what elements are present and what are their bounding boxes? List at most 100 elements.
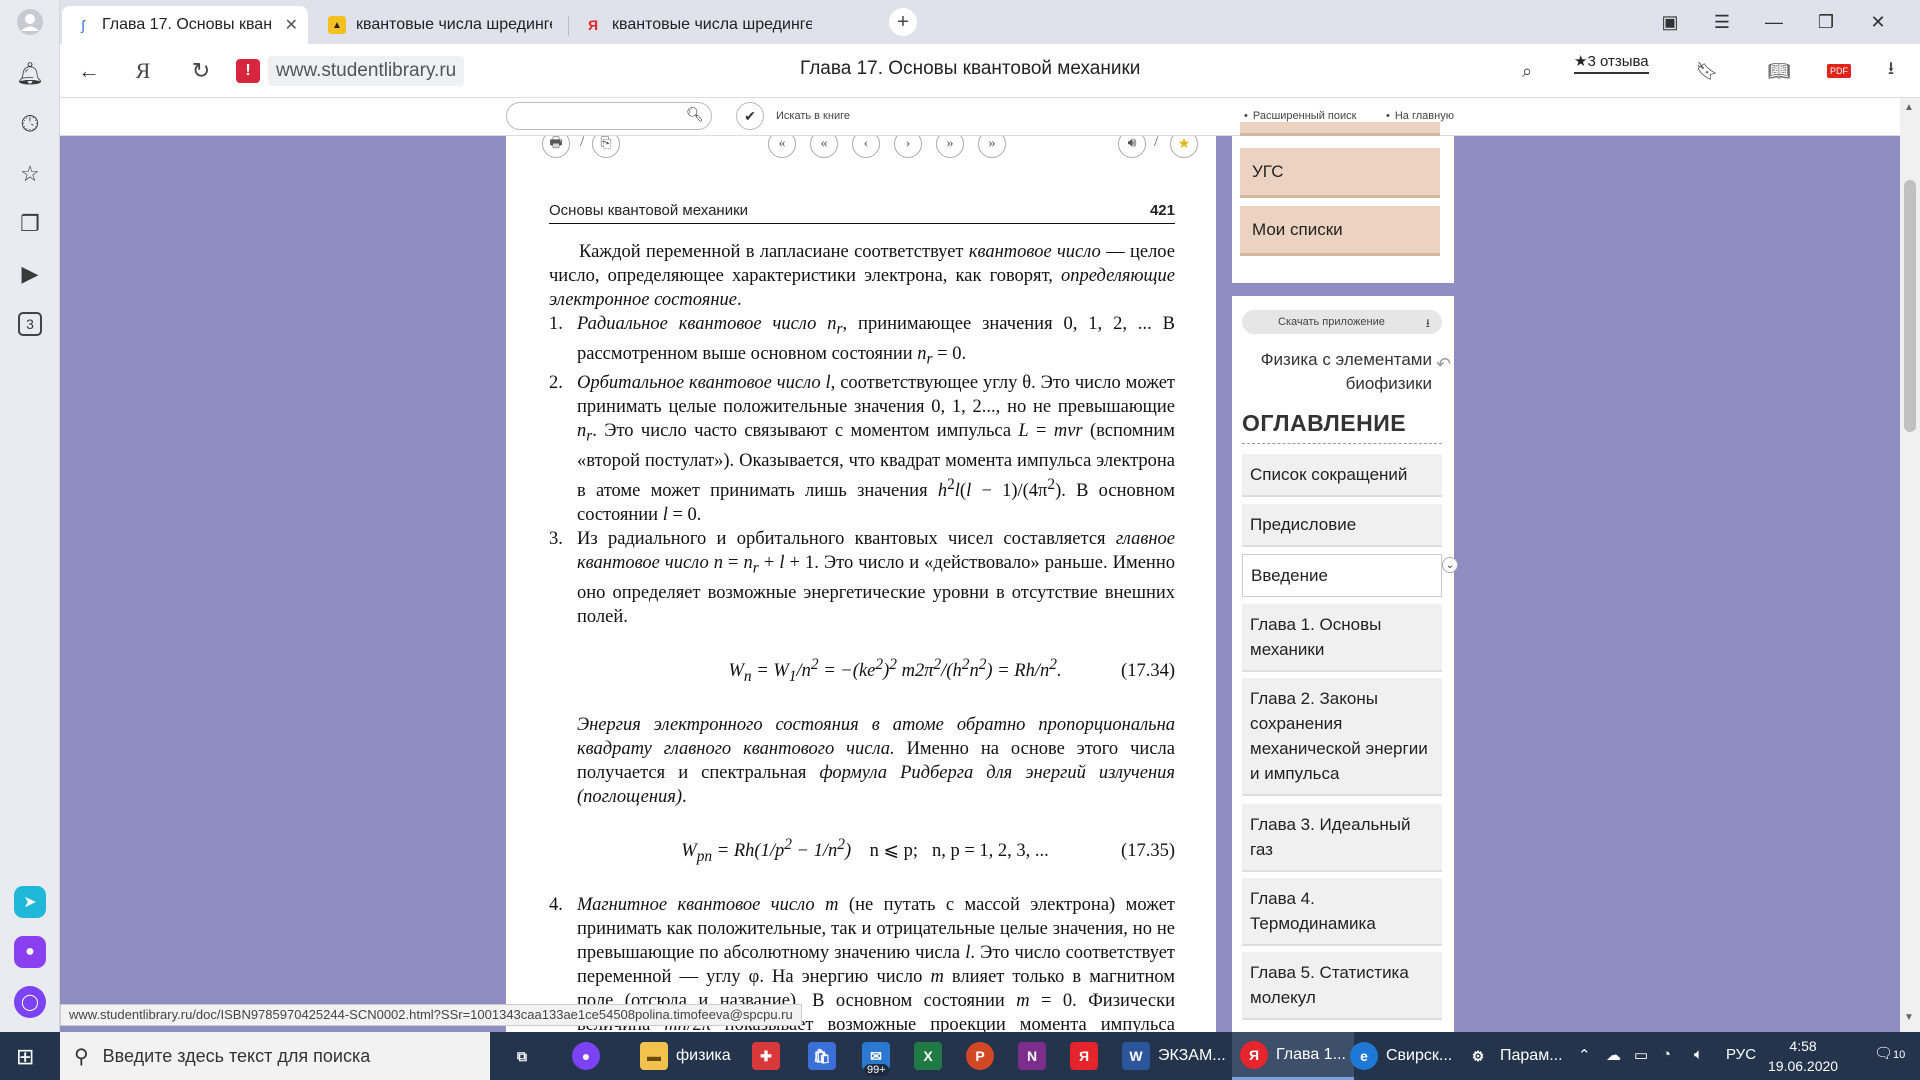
scroll-down-icon[interactable]: ▼ (1904, 1012, 1914, 1023)
profile-icon[interactable] (14, 6, 46, 38)
toc-item[interactable]: Предисловие (1242, 504, 1442, 547)
menu-icon[interactable]: ☰ (1702, 8, 1742, 36)
warning-icon: ! (236, 59, 260, 83)
taskbar-folder-fizika[interactable]: ▬ физика (640, 1032, 731, 1080)
home-link[interactable]: На главную (1386, 110, 1454, 122)
prev-chapter-icon[interactable]: « (810, 136, 838, 158)
book-search-input[interactable] (506, 102, 712, 130)
expand-chevron-icon[interactable]: ⌄ (1442, 557, 1458, 573)
taskbar-settings[interactable]: ⚙ Парам... (1464, 1032, 1563, 1080)
back-icon[interactable]: ← (74, 56, 104, 86)
onenote-icon[interactable]: N (1018, 1032, 1054, 1080)
page-title: Глава 17. Основы квантовой механики (800, 58, 1141, 79)
toc-item[interactable]: Глава 2. Законы сохранения механической … (1242, 678, 1442, 796)
reviews-link[interactable]: ★3 отзыва (1574, 52, 1649, 74)
book-page: 🖶︎ / ⎘ « « ‹ › » » 🔊︎ / ★ Основы квантов… (506, 136, 1216, 1032)
search-page-icon[interactable]: ⌕ (1512, 56, 1542, 86)
next-chapter-icon[interactable]: » (936, 136, 964, 158)
yandex-browser-icon[interactable]: Я (1070, 1032, 1106, 1080)
taskbar-yandex-active[interactable]: Я Глава 1... (1232, 1032, 1354, 1080)
page-number: 421 (1149, 202, 1175, 219)
yandex-icon: Я (1240, 1040, 1268, 1069)
search-in-book-checkbox[interactable]: ✔ (736, 102, 764, 130)
download-app-label: Скачать приложение (1278, 316, 1385, 328)
url-field[interactable]: ! www.studentlibrary.ru (236, 54, 532, 88)
taskbar-edge[interactable]: e Свирск... (1350, 1032, 1452, 1080)
taskbar-search[interactable]: ⚲ Введите здесь текст для поиска (60, 1032, 490, 1080)
reload-icon[interactable]: ↻ (186, 56, 216, 86)
prev-page-icon[interactable]: ‹ (852, 136, 880, 158)
notification-center-icon[interactable]: 🗨︎10 (1874, 1044, 1905, 1062)
tray-chevron-icon[interactable]: ⌃ (1578, 1046, 1591, 1064)
search-icon[interactable]: 🔍︎ (686, 106, 704, 123)
notifications-icon[interactable]: 🔔︎ (14, 58, 46, 90)
music-icon[interactable]: ● (14, 936, 46, 968)
task-view-icon[interactable]: ⧉ (508, 1032, 544, 1080)
favorites-icon[interactable]: ☆ (14, 158, 46, 190)
next-page-icon[interactable]: › (894, 136, 922, 158)
scroll-up-icon[interactable]: ▲ (1904, 102, 1914, 113)
book-title[interactable]: Физика с элементами биофизики (1242, 348, 1432, 396)
yandex-logo-icon[interactable]: Я (128, 56, 158, 86)
tab-search-yandex[interactable]: Я квантовые числа шредингера (572, 6, 872, 44)
close-window-icon[interactable]: ✕ (1858, 8, 1898, 36)
alice-icon[interactable]: ◯ (14, 986, 46, 1018)
history-icon[interactable]: 🕓︎ (14, 108, 46, 140)
new-tab-button[interactable]: + (889, 8, 917, 36)
onedrive-icon[interactable]: ☁ (1606, 1046, 1621, 1064)
last-page-icon[interactable]: » (978, 136, 1006, 158)
audio-icon[interactable]: 🔊︎ (1118, 136, 1146, 158)
collections-icon[interactable]: ❐ (14, 208, 46, 240)
counter-icon[interactable]: 3 (14, 308, 46, 340)
minimize-icon[interactable]: — (1754, 8, 1794, 36)
print-icon[interactable]: 🖶︎ (542, 136, 570, 158)
store-icon[interactable]: 🛍︎ (808, 1032, 844, 1080)
toc-item[interactable]: Глава 3. Идеальный газ (1242, 804, 1442, 872)
restore-icon[interactable]: ❐ (1806, 8, 1846, 36)
bookmark-icon[interactable]: 🔖︎ (1692, 56, 1722, 86)
tab-search-images[interactable]: ▲ квантовые числа шредингера (316, 6, 564, 44)
toc-item[interactable]: Глава 1. Основы механики (1242, 604, 1442, 672)
menu-item-partial[interactable] (1240, 122, 1440, 136)
tab-active[interactable]: ʃ Глава 17. Основы квантовой механики ✕ (62, 6, 308, 44)
video-icon[interactable]: ▶ (14, 258, 46, 290)
mail-icon[interactable]: ✉ 99+ (862, 1032, 898, 1080)
images-favicon-icon: ▲ (328, 16, 346, 34)
messenger-icon[interactable]: ➤ (14, 886, 46, 918)
clock[interactable]: 4:58 19.06.2020 (1768, 1036, 1838, 1076)
excel-icon[interactable]: X (914, 1032, 950, 1080)
download-app-button[interactable]: Скачать приложение ⭳ (1242, 310, 1442, 334)
back-arrow-icon[interactable]: ↶ (1436, 354, 1451, 375)
page-scrollbar[interactable]: ▲ ▼ (1900, 98, 1920, 1032)
language-indicator[interactable]: РУС (1726, 1046, 1756, 1063)
formula: Wpn = Rh(1/p2 − 1/n2) n ⩽ p; n, p = 1, 2… (681, 835, 1175, 865)
pdf-extension-icon[interactable]: PDF (1824, 56, 1854, 86)
reader-icon[interactable]: 📖︎ (1764, 56, 1794, 86)
scroll-thumb[interactable] (1904, 180, 1916, 432)
powerpoint-icon[interactable]: P (966, 1032, 1002, 1080)
toc-item[interactable]: Глава 5. Статистика молекул (1242, 952, 1442, 1020)
page-separator: / (580, 136, 585, 150)
downloads-icon[interactable]: ⭳ (1876, 56, 1906, 86)
taskbar-item-label: Свирск... (1386, 1047, 1453, 1064)
close-tab-icon[interactable]: ✕ (285, 15, 298, 35)
battery-icon[interactable]: ▭ (1634, 1046, 1648, 1064)
browser-sidebar: 🔔︎ 🕓︎ ☆ ❐ ▶ 3 ➤ ● ◯ (0, 0, 60, 1032)
toc-item-current[interactable]: Введение (1242, 554, 1442, 597)
tab-title: квантовые числа шредингера (356, 16, 552, 33)
favorite-star-icon[interactable]: ★ (1170, 136, 1198, 158)
first-page-icon[interactable]: « (768, 136, 796, 158)
my-lists-button[interactable]: Мои списки (1240, 206, 1440, 256)
windows-start-icon[interactable]: ⊞ (16, 1044, 34, 1070)
gift-app-icon[interactable]: ✚ (752, 1032, 788, 1080)
taskbar-word-doc[interactable]: W ЭКЗАМ... (1122, 1032, 1226, 1080)
tab-manager-icon[interactable]: ▣ (1650, 8, 1690, 36)
wifi-icon[interactable]: ◔ (1662, 1046, 1671, 1063)
cortana-icon[interactable]: ● (572, 1032, 608, 1080)
ugs-button[interactable]: УГС (1240, 148, 1440, 198)
advanced-search-link[interactable]: Расширенный поиск (1244, 110, 1357, 122)
toc-item[interactable]: Список сокращений (1242, 454, 1442, 497)
toc-item[interactable]: Глава 4. Термодинамика (1242, 878, 1442, 946)
copy-page-icon[interactable]: ⎘ (592, 136, 620, 158)
volume-icon[interactable]: 🔈︎ (1694, 1046, 1703, 1063)
